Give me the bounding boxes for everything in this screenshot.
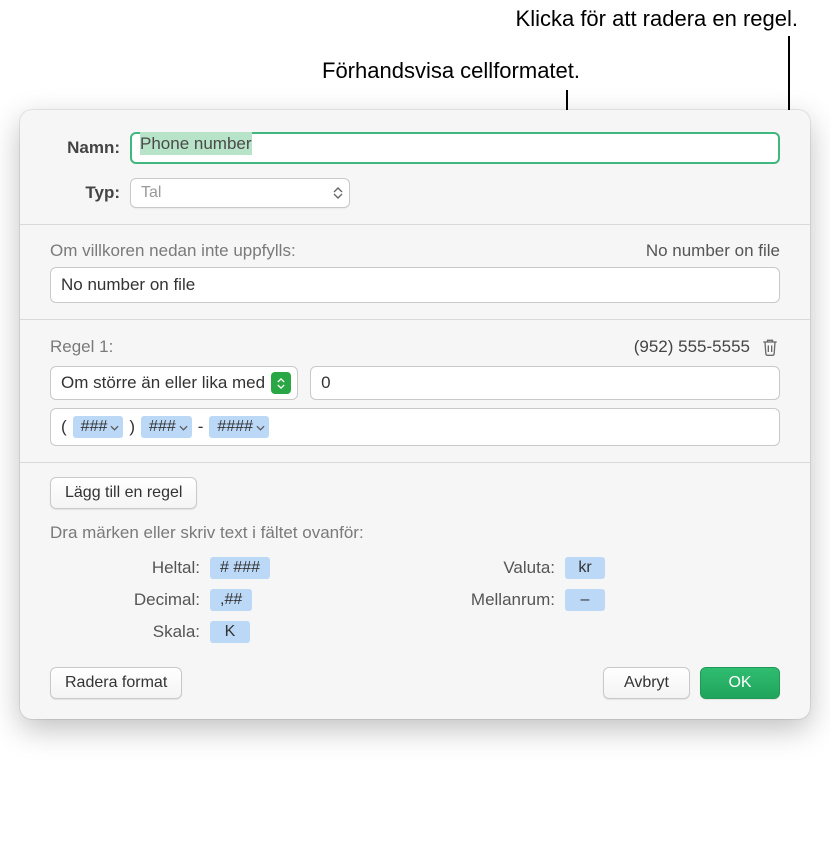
decimal-label: Decimal: bbox=[90, 590, 200, 610]
rule1-format-field[interactable]: ( ### ) ### - #### bbox=[50, 408, 780, 446]
trash-icon[interactable] bbox=[760, 336, 780, 358]
drag-hint: Dra märken eller skriv text i fältet ova… bbox=[50, 523, 780, 543]
type-label: Typ: bbox=[50, 183, 130, 203]
rule1-preview: (952) 555-5555 bbox=[634, 337, 750, 357]
chevron-down-icon bbox=[256, 418, 265, 436]
delete-format-button[interactable]: Radera format bbox=[50, 667, 182, 699]
cancel-button[interactable]: Avbryt bbox=[603, 667, 690, 699]
scale-chip[interactable]: K bbox=[210, 621, 250, 643]
format-token[interactable]: ### bbox=[141, 416, 192, 438]
integer-chip[interactable]: # ### bbox=[210, 557, 270, 579]
decimal-chip[interactable]: ,## bbox=[210, 589, 252, 611]
name-input[interactable]: Phone number bbox=[130, 132, 780, 164]
chevron-down-icon bbox=[110, 418, 119, 436]
token-gallery: Heltal: # ### Valuta: kr Decimal: ,## Me… bbox=[50, 557, 780, 643]
rule1-compare-input[interactable] bbox=[310, 366, 780, 400]
rule1-heading: Regel 1: bbox=[50, 337, 113, 357]
fallback-heading: Om villkoren nedan inte uppfylls: bbox=[50, 241, 296, 261]
name-label: Namn: bbox=[50, 138, 130, 158]
fallback-value-input[interactable] bbox=[50, 267, 780, 303]
type-select-value: Tal bbox=[141, 184, 161, 202]
callout-preview-format: Förhandsvisa cellformatet. bbox=[322, 58, 580, 84]
format-token[interactable]: #### bbox=[209, 416, 269, 438]
chevron-updown-icon bbox=[333, 187, 343, 199]
chevron-updown-icon bbox=[271, 372, 291, 394]
literal-open-paren: ( bbox=[61, 417, 67, 437]
space-chip[interactable]: – bbox=[565, 589, 605, 611]
fallback-preview: No number on file bbox=[646, 241, 780, 261]
ok-button[interactable]: OK bbox=[700, 667, 780, 699]
literal-close-paren: ) bbox=[129, 417, 135, 437]
integer-label: Heltal: bbox=[90, 558, 200, 578]
callout-delete-rule: Klicka för att radera en regel. bbox=[516, 6, 798, 32]
rule1-condition-value: Om större än eller lika med bbox=[61, 373, 265, 393]
format-token[interactable]: ### bbox=[73, 416, 124, 438]
name-input-value: Phone number bbox=[140, 132, 252, 155]
type-select[interactable]: Tal bbox=[130, 178, 350, 208]
scale-label: Skala: bbox=[90, 622, 200, 642]
custom-format-dialog: Namn: Phone number Typ: Tal Om villkoren… bbox=[20, 110, 810, 719]
currency-chip[interactable]: kr bbox=[565, 557, 605, 579]
space-label: Mellanrum: bbox=[445, 590, 555, 610]
literal-dash: - bbox=[198, 417, 204, 437]
rule1-condition-select[interactable]: Om större än eller lika med bbox=[50, 366, 298, 400]
currency-label: Valuta: bbox=[445, 558, 555, 578]
add-rule-button[interactable]: Lägg till en regel bbox=[50, 477, 197, 509]
chevron-down-icon bbox=[179, 418, 188, 436]
